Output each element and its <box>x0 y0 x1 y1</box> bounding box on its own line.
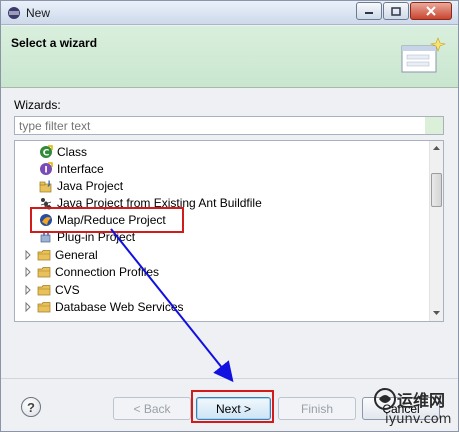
tree-item-label: Connection Profiles <box>55 264 160 279</box>
java-project-icon: J <box>39 180 52 192</box>
folder-icon <box>37 284 51 295</box>
tree-item-label: Database Web Services <box>55 299 184 314</box>
close-icon <box>426 6 436 16</box>
tree-item-general[interactable]: General <box>23 246 98 263</box>
close-button[interactable] <box>410 2 452 20</box>
minimize-button[interactable] <box>356 2 382 20</box>
footer-separator <box>1 378 458 379</box>
expand-arrow-icon[interactable] <box>23 266 33 277</box>
tree-item-cvs[interactable]: CVS <box>23 281 80 298</box>
tree-item-java-project[interactable]: J Java Project <box>39 177 123 194</box>
scroll-up-icon[interactable] <box>430 141 443 155</box>
mapreduce-annotation-box <box>30 207 184 233</box>
window-title: New <box>26 6 51 20</box>
folder-icon <box>37 249 51 260</box>
tree-scrollbar[interactable] <box>429 141 443 321</box>
interface-icon: I <box>40 161 53 175</box>
filter-input[interactable] <box>15 117 425 134</box>
tree-item-label: Class <box>57 144 88 159</box>
wizard-banner: Select a wizard <box>1 26 458 88</box>
scrollbar-thumb[interactable] <box>431 173 442 207</box>
expand-arrow-icon[interactable] <box>23 301 33 312</box>
eclipse-icon <box>8 7 20 19</box>
help-button[interactable]: ? <box>21 397 41 417</box>
tree-item-interface[interactable]: I Interface <box>39 160 104 177</box>
watermark-text-en: iyunv.com <box>385 412 452 427</box>
new-wizard-dialog: New Select a wizard Wizards: type filter… <box>0 0 459 432</box>
wizards-label: Wizards: <box>14 98 61 112</box>
minimize-icon <box>365 12 373 14</box>
back-button[interactable]: < Back <box>113 397 191 420</box>
svg-text:I: I <box>44 165 47 175</box>
folder-icon <box>37 266 51 277</box>
filter-clear-area <box>425 117 443 134</box>
banner-heading: Select a wizard <box>11 36 98 50</box>
window-controls <box>355 2 452 20</box>
next-annotation-box <box>191 390 274 423</box>
expand-arrow-icon[interactable] <box>23 284 33 295</box>
tree-item-label: Interface <box>57 161 104 176</box>
finish-button[interactable]: Finish <box>278 397 356 420</box>
watermark: 运维网 iyunv.com <box>373 387 457 431</box>
watermark-logo-icon <box>374 388 396 410</box>
tree-item-label: CVS <box>55 282 80 297</box>
filter-field[interactable] <box>14 116 444 135</box>
tree-item-connection-profiles[interactable]: Connection Profiles <box>23 263 159 280</box>
maximize-icon <box>391 6 401 16</box>
tree-item-class[interactable]: C Class <box>39 143 87 160</box>
watermark-text-cn: 运维网 <box>397 391 446 410</box>
scroll-down-icon[interactable] <box>430 306 443 320</box>
class-icon: C <box>40 144 53 158</box>
tree-item-database-web-services[interactable]: Database Web Services <box>23 298 184 315</box>
title-bar[interactable]: New <box>1 1 458 25</box>
expand-arrow-icon[interactable] <box>23 249 33 260</box>
help-icon: ? <box>27 399 35 415</box>
svg-text:J: J <box>47 180 50 187</box>
maximize-button[interactable] <box>383 2 409 20</box>
folder-icon <box>37 301 51 312</box>
tree-item-label: General <box>55 247 98 262</box>
svg-text:C: C <box>43 148 50 158</box>
tree-item-label: Java Project <box>57 178 124 193</box>
wizard-banner-icon <box>401 37 446 73</box>
